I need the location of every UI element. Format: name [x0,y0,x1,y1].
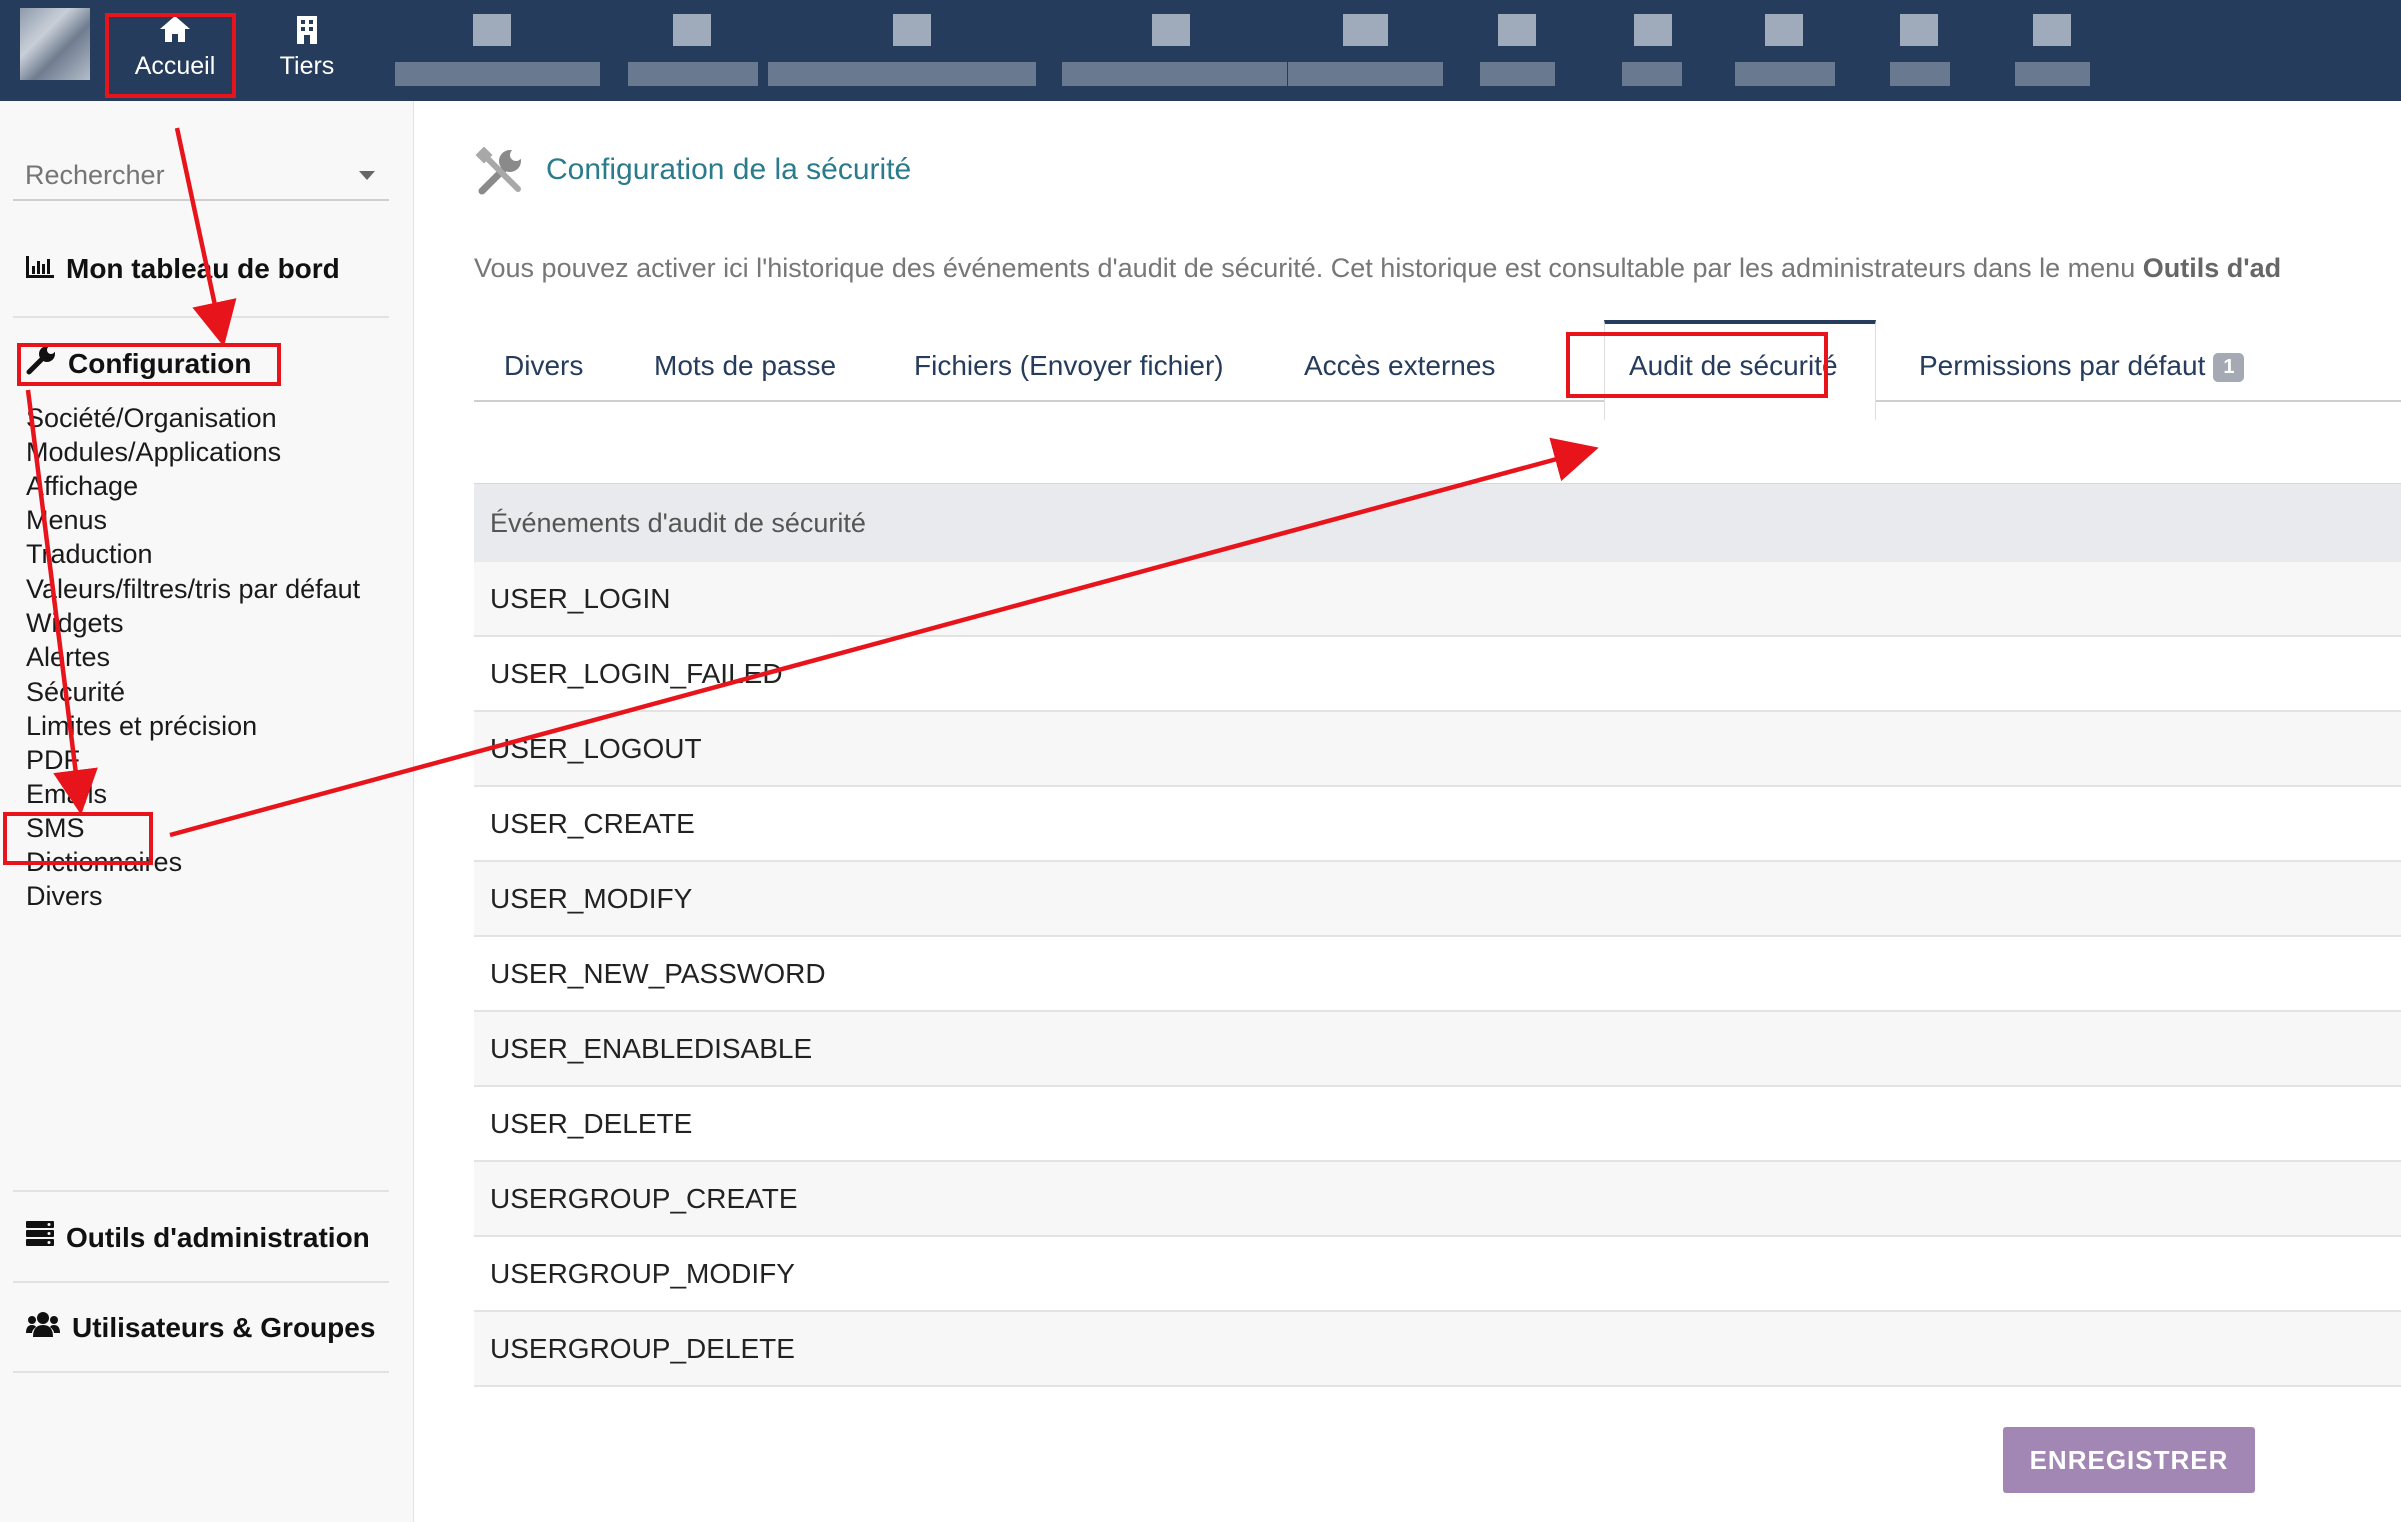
building-icon [247,14,367,50]
sidebar-item-misc[interactable]: Divers [26,881,103,912]
sidebar-divider [13,1190,389,1192]
nav-item-blurred[interactable] [768,14,1036,94]
sidebar-item-modules[interactable]: Modules/Applications [26,437,281,468]
tab-file-upload[interactable]: Fichiers (Envoyer fichier) [914,350,1224,382]
sidebar-item-pdf[interactable]: PDF [26,745,80,776]
nav-item-blurred[interactable] [2015,14,2090,94]
annotation-box-home [105,13,236,98]
tools-icon [474,146,526,204]
table-row[interactable]: USER_LOGIN [474,562,2401,637]
intro-text: Vous pouvez activer ici l'historique des… [474,253,2281,284]
main-content: Configuration de la sécurité Vous pouvez… [414,101,2401,1522]
sidebar-item-display[interactable]: Affichage [26,471,138,502]
table-row[interactable]: USER_ENABLEDISABLE [474,1012,2401,1087]
nav-item-blurred[interactable] [1288,14,1443,94]
table-row[interactable]: USER_DELETE [474,1087,2401,1162]
table-row[interactable]: USERGROUP_MODIFY [474,1237,2401,1312]
nav-item-blurred[interactable] [395,14,600,94]
tab-external-access[interactable]: Accès externes [1304,350,1495,382]
annotation-box-audit-tab [1566,332,1828,398]
table-row[interactable]: USER_LOGIN_FAILED [474,637,2401,712]
table-row[interactable]: USER_LOGOUT [474,712,2401,787]
sidebar-users-groups-label: Utilisateurs & Groupes [72,1311,376,1343]
annotation-box-security [3,812,153,865]
sidebar-item-limits[interactable]: Limites et précision [26,711,257,742]
nav-item-blurred[interactable] [1622,14,1682,94]
bar-chart-icon [26,253,54,285]
table-row[interactable]: USERGROUP_CREATE [474,1162,2401,1237]
tab-passwords[interactable]: Mots de passe [654,350,836,382]
sidebar-dashboard-label: Mon tableau de bord [66,253,340,284]
table-row[interactable]: USER_MODIFY [474,862,2401,937]
sidebar-item-security[interactable]: Sécurité [26,677,125,708]
nav-item-blurred[interactable] [1890,14,1950,94]
nav-thirdparty[interactable]: Tiers [247,10,367,90]
search-input[interactable] [13,153,337,197]
audit-events-table: Événements d'audit de sécurité USER_LOGI… [474,483,2401,1387]
sidebar-users-groups[interactable]: Utilisateurs & Groupes [26,1311,375,1344]
sidebar-divider [13,1281,389,1283]
sidebar-divider [13,316,389,318]
tab-misc[interactable]: Divers [504,350,583,382]
search-box[interactable] [13,153,389,201]
top-navbar: Accueil Tiers [0,0,2401,101]
intro-text-body: Vous pouvez activer ici l'historique des… [474,253,2143,283]
annotation-box-configuration [17,343,281,386]
sidebar-dashboard[interactable]: Mon tableau de bord [26,253,340,285]
left-sidebar: Mon tableau de bord Configuration Sociét… [0,101,414,1522]
table-body: USER_LOGIN USER_LOGIN_FAILED USER_LOGOUT… [474,562,2401,1387]
table-header: Événements d'audit de sécurité [474,483,2401,562]
nav-item-blurred[interactable] [1480,14,1555,94]
sidebar-item-translation[interactable]: Traduction [26,539,153,570]
tab-default-permissions-label: Permissions par défaut [1919,350,2206,381]
sidebar-item-default-values[interactable]: Valeurs/filtres/tris par défaut [26,574,360,605]
sidebar-item-company[interactable]: Société/Organisation [26,403,277,434]
sidebar-item-widgets[interactable]: Widgets [26,608,124,639]
sidebar-admin-tools-label: Outils d'administration [66,1221,370,1253]
company-logo[interactable] [20,8,90,80]
sidebar-admin-tools[interactable]: Outils d'administration [26,1221,370,1254]
tab-bar: Divers Mots de passe Fichiers (Envoyer f… [474,320,2401,420]
count-badge: 1 [2213,353,2245,383]
users-icon [26,1311,60,1344]
page-title: Configuration de la sécurité [546,153,912,186]
nav-thirdparty-label: Tiers [279,52,335,80]
nav-item-blurred[interactable] [1735,14,1835,94]
intro-text-link: Outils d'ad [2142,253,2282,283]
tab-default-permissions[interactable]: Permissions par défaut 1 [1919,350,2245,383]
sidebar-item-emails[interactable]: Emails [26,779,107,810]
server-icon [26,1221,54,1254]
table-row[interactable]: USERGROUP_DELETE [474,1312,2401,1387]
sidebar-item-menus[interactable]: Menus [26,505,107,536]
sidebar-item-alerts[interactable]: Alertes [26,642,110,673]
nav-item-blurred[interactable] [1062,14,1287,94]
table-row[interactable]: USER_NEW_PASSWORD [474,937,2401,1012]
save-button[interactable]: ENREGISTRER [2003,1427,2255,1493]
table-row[interactable]: USER_CREATE [474,787,2401,862]
chevron-down-icon[interactable] [359,171,375,180]
sidebar-divider [13,1371,389,1373]
nav-item-blurred[interactable] [628,14,758,94]
